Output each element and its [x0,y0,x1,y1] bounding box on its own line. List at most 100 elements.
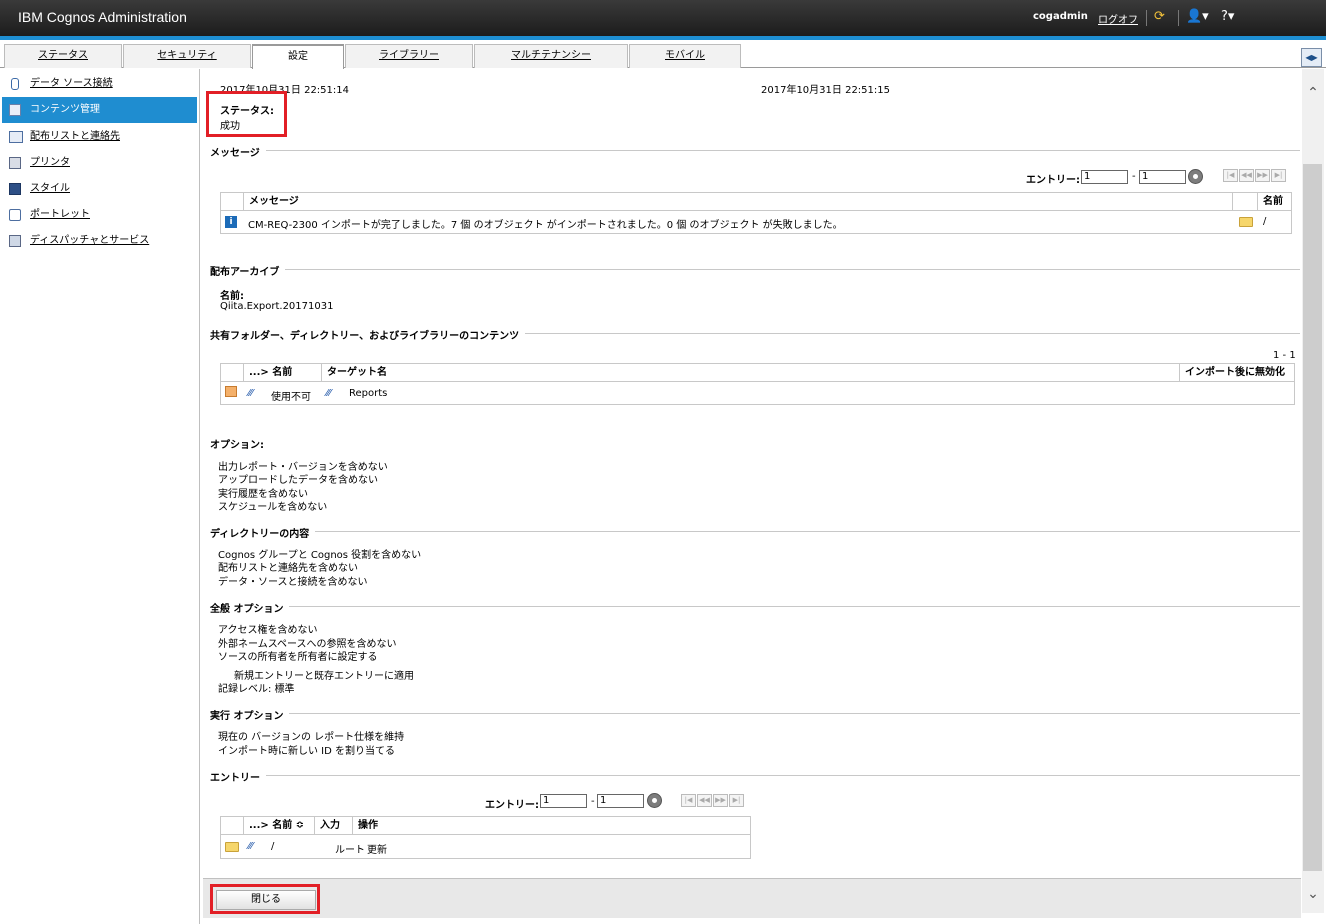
database-icon [11,78,19,90]
end-time: 2017年10月31日 22:51:15 [761,85,890,96]
table-header: ...> 名前 ≎ 入力 操作 [221,817,750,835]
sidebar-item-dispatchers[interactable]: ディスパッチャとサービス [2,228,197,254]
prev-page-icon[interactable]: ◀◀ [1239,169,1254,182]
first-page-icon[interactable]: |◀ [681,794,696,807]
run-option-item: 現在の バージョンの レポート仕様を維持 [218,732,405,743]
path-icon[interactable]: ⁄⁄⁄ [326,388,331,399]
sidebar-item-data-sources[interactable]: データ ソース接続 [2,71,197,97]
divider [1178,10,1179,26]
column-header-name[interactable]: ...> 名前 ≎ [244,817,315,835]
messages-table: メッセージ 名前 i CM-REQ-2300 インポートが完了しました。7 個 … [220,192,1292,234]
divider [210,150,1300,151]
content-admin-icon [9,104,21,116]
divider [210,775,1300,776]
sidebar-item-label: コンテンツ管理 [30,104,100,115]
path-icon[interactable]: ⁄⁄⁄ [248,388,253,399]
user-menu-icon[interactable]: 👤▾ [1186,9,1209,24]
tab-label: マルチテナンシー [511,50,591,61]
portlet-icon [9,209,21,221]
entries-from-input[interactable]: 1 [1081,170,1128,184]
logoff-link[interactable]: ログオフ [1098,11,1138,26]
prev-page-icon[interactable]: ◀◀ [697,794,712,807]
next-page-icon[interactable]: ▶▶ [1255,169,1270,182]
refresh-icon[interactable]: ⟳ [1154,9,1165,24]
tab-status[interactable]: ステータス [4,44,122,68]
column-header-name: ...> 名前 [244,364,322,382]
directory-item: 配布リストと連絡先を含めない [218,563,358,574]
tab-security[interactable]: セキュリティ [123,44,251,68]
entries-label: エントリー: [485,800,539,811]
info-icon: i [225,216,237,228]
go-icon[interactable] [647,793,662,808]
sidebar-item-content-admin[interactable]: コンテンツ管理 [2,97,197,123]
column-header [221,364,244,382]
section-title: 実行 オプション [210,707,290,722]
sidebar-item-portlets[interactable]: ポートレット [2,202,197,228]
entries-section-header: エントリー [210,769,1300,784]
general-item: アクセス権を含めない [218,625,318,636]
message-name: / [1263,216,1267,227]
scrollbar-thumb[interactable] [1303,164,1322,871]
sidebar-item-label: 配布リストと連絡先 [30,131,120,142]
column-header [221,193,244,211]
table-header: メッセージ 名前 [221,193,1291,211]
scroll-up-icon[interactable]: ⌃ [1305,85,1321,101]
shared-row-name: 使用不可 [271,392,311,403]
log-level: 記録レベル: 標準 [218,684,295,695]
first-page-icon[interactable]: |◀ [1223,169,1238,182]
archive-section-header: 配布アーカイブ [210,263,1300,278]
tab-label: セキュリティ [157,50,217,61]
shared-content-table: ...> 名前 ターゲット名 インポート後に無効化 ⁄⁄⁄ 使用不可 ⁄⁄⁄ R… [220,363,1295,405]
section-title: 全般 オプション [210,600,290,615]
help-icon[interactable]: ?▾ [1221,9,1234,24]
column-header-input: 入力 [315,817,353,835]
run-option-item: インポート時に新しい ID を割り当てる [218,746,396,757]
entries-to-input[interactable]: 1 [1139,170,1186,184]
last-page-icon[interactable]: ▶| [729,794,744,807]
options-title: オプション: [210,440,264,451]
messages-section-header: メッセージ [210,144,1300,159]
sidebar-item-styles[interactable]: スタイル [2,176,197,202]
tab-label: 設定 [288,51,308,62]
package-icon [225,386,237,397]
path-icon[interactable]: ⁄⁄⁄ [248,841,253,852]
go-icon[interactable] [1188,169,1203,184]
scroll-down-icon[interactable]: ⌄ [1305,886,1321,902]
username: cogadmin [1033,11,1088,22]
dispatcher-icon [9,235,21,247]
entries-to-input[interactable]: 1 [597,794,644,808]
divider [210,269,1300,270]
app-title: IBM Cognos Administration [18,9,187,25]
column-header-target: ターゲット名 [322,364,1180,382]
range-dash: - [1132,171,1136,182]
close-button[interactable]: 閉じる [216,890,316,910]
tab-mobile[interactable]: モバイル [629,44,741,68]
sidebar-item-distribution-lists[interactable]: 配布リストと連絡先 [2,124,197,150]
contacts-icon [9,131,23,143]
next-page-icon[interactable]: ▶▶ [713,794,728,807]
entry-name: / [271,841,275,852]
folder-icon [1239,217,1253,227]
tab-multitenancy[interactable]: マルチテナンシー [474,44,628,68]
sidebar-item-label: プリンタ [30,157,70,168]
collapse-panel-icon[interactable]: ◀▶ [1301,48,1322,67]
sidebar-item-label: ポートレット [30,209,90,220]
section-title: メッセージ [210,144,266,159]
tab-library[interactable]: ライブラリー [345,44,473,68]
scrollbar[interactable]: ⌃ ⌄ [1302,69,1324,913]
entry-input: ルート [335,845,365,856]
style-icon [9,183,21,195]
section-title: ディレクトリーの内容 [210,525,316,540]
status-label: ステータス: [220,106,274,117]
sidebar-item-printers[interactable]: プリンタ [2,150,197,176]
tab-label: モバイル [665,50,705,61]
general-section-header: 全般 オプション [210,600,1300,615]
message-text: インポートが完了しました。7 個 のオブジェクト がインポートされました。0 個… [320,220,843,231]
directory-item: データ・ソースと接続を含めない [218,577,368,588]
main-content: 2017年10月31日 22:51:14 2017年10月31日 22:51:1… [203,69,1301,924]
divider [210,531,1300,532]
entries-from-input[interactable]: 1 [540,794,587,808]
option-item: アップロードしたデータを含めない [218,475,378,486]
last-page-icon[interactable]: ▶| [1271,169,1286,182]
tab-configuration[interactable]: 設定 [252,44,344,69]
